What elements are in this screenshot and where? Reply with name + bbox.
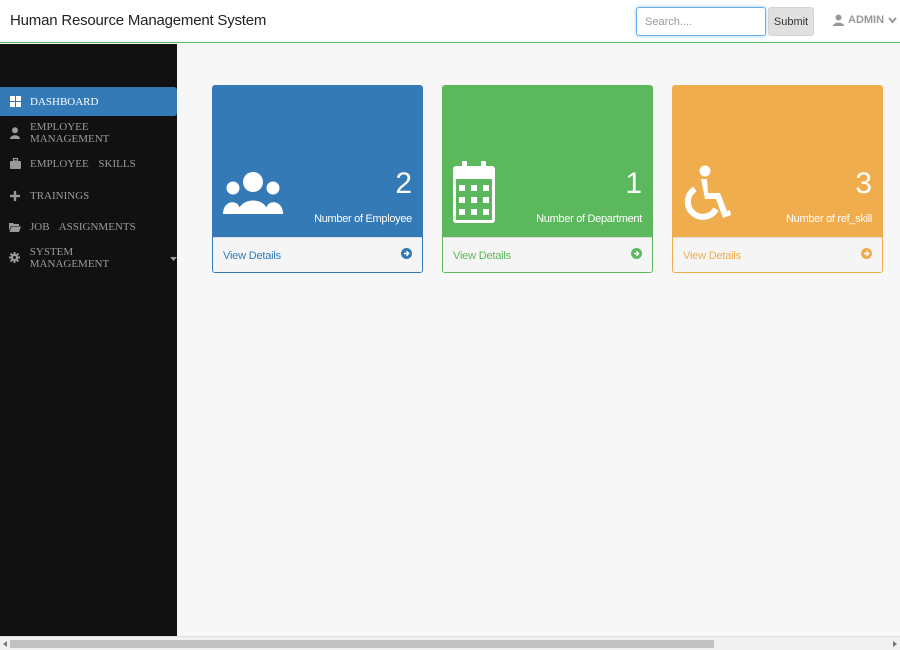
- sidebar-item-label: EMPLOYEE MANAGEMENT: [29, 120, 110, 145]
- view-details-link[interactable]: View Details: [673, 237, 882, 272]
- sidebar-item-label: JOB ASSIGNMENTS: [30, 220, 136, 233]
- user-icon: [833, 14, 844, 26]
- sidebar-item-label: EMPLOYEE SKILLS: [30, 157, 136, 170]
- sidebar-item-system-management[interactable]: SYSTEM MANAGEMENT: [0, 243, 177, 272]
- submit-button[interactable]: Submit: [768, 7, 814, 36]
- calendar-icon: [453, 161, 495, 228]
- users-icon: [223, 170, 283, 219]
- sidebar-item-label: SYSTEM MANAGEMENT: [29, 245, 110, 270]
- panel-heading: 3 Number of ref_skill: [673, 86, 882, 237]
- plus-icon: [9, 190, 21, 202]
- user-icon: [9, 126, 21, 139]
- department-count-label: Number of Department: [536, 213, 642, 225]
- sidebar-item-employee-skills[interactable]: EMPLOYEE SKILLS: [0, 149, 177, 178]
- scrollbar-thumb[interactable]: [10, 640, 714, 648]
- sidebar-item-label: TRAININGS: [30, 189, 90, 202]
- employee-count: 2: [395, 167, 412, 200]
- gear-icon: [9, 252, 21, 264]
- skill-count: 3: [855, 167, 872, 200]
- department-count: 1: [625, 167, 642, 200]
- panel-heading: 1 Number of Department: [443, 86, 652, 237]
- employee-count-panel: 2 Number of Employee View Details: [212, 85, 423, 273]
- arrow-circle-right-icon: [861, 248, 872, 262]
- department-count-panel: 1 Number of Department View Details: [442, 85, 653, 273]
- sidebar-item-label: DASHBOARD: [30, 95, 99, 108]
- scroll-left-icon[interactable]: [1, 639, 9, 649]
- scroll-right-icon[interactable]: [891, 639, 899, 649]
- top-navbar: Human Resource Management System Submit …: [0, 0, 900, 43]
- wheelchair-icon: [683, 165, 731, 226]
- arrow-circle-right-icon: [401, 248, 412, 262]
- sidebar-item-employee-management[interactable]: EMPLOYEE MANAGEMENT: [0, 118, 177, 147]
- sidebar-item-dashboard[interactable]: DASHBOARD: [0, 87, 177, 116]
- panel-heading: 2 Number of Employee: [213, 86, 422, 237]
- view-details-label: View Details: [683, 250, 741, 262]
- dashboard-icon: [9, 96, 21, 108]
- search-input[interactable]: [636, 7, 766, 36]
- briefcase-icon: [9, 158, 21, 170]
- sidebar-item-trainings[interactable]: TRAININGS: [0, 181, 177, 210]
- view-details-link[interactable]: View Details: [213, 237, 422, 272]
- arrow-circle-right-icon: [631, 248, 642, 262]
- sidebar: DASHBOARD EMPLOYEE MANAGEMENT EMPLOYEE S…: [0, 44, 177, 636]
- chevron-down-icon: [888, 16, 897, 24]
- user-name: ADMIN: [848, 14, 885, 26]
- user-menu[interactable]: ADMIN: [833, 14, 897, 26]
- caret-down-icon: [170, 252, 177, 264]
- brand-title[interactable]: Human Resource Management System: [10, 12, 266, 29]
- skill-count-label: Number of ref_skill: [786, 213, 872, 225]
- view-details-label: View Details: [223, 250, 281, 262]
- employee-count-label: Number of Employee: [314, 213, 412, 225]
- folder-open-icon: [9, 221, 21, 233]
- skill-count-panel: 3 Number of ref_skill View Details: [672, 85, 883, 273]
- sidebar-item-job-assignments[interactable]: JOB ASSIGNMENTS: [0, 212, 177, 241]
- view-details-link[interactable]: View Details: [443, 237, 652, 272]
- view-details-label: View Details: [453, 250, 511, 262]
- horizontal-scrollbar[interactable]: [0, 636, 900, 650]
